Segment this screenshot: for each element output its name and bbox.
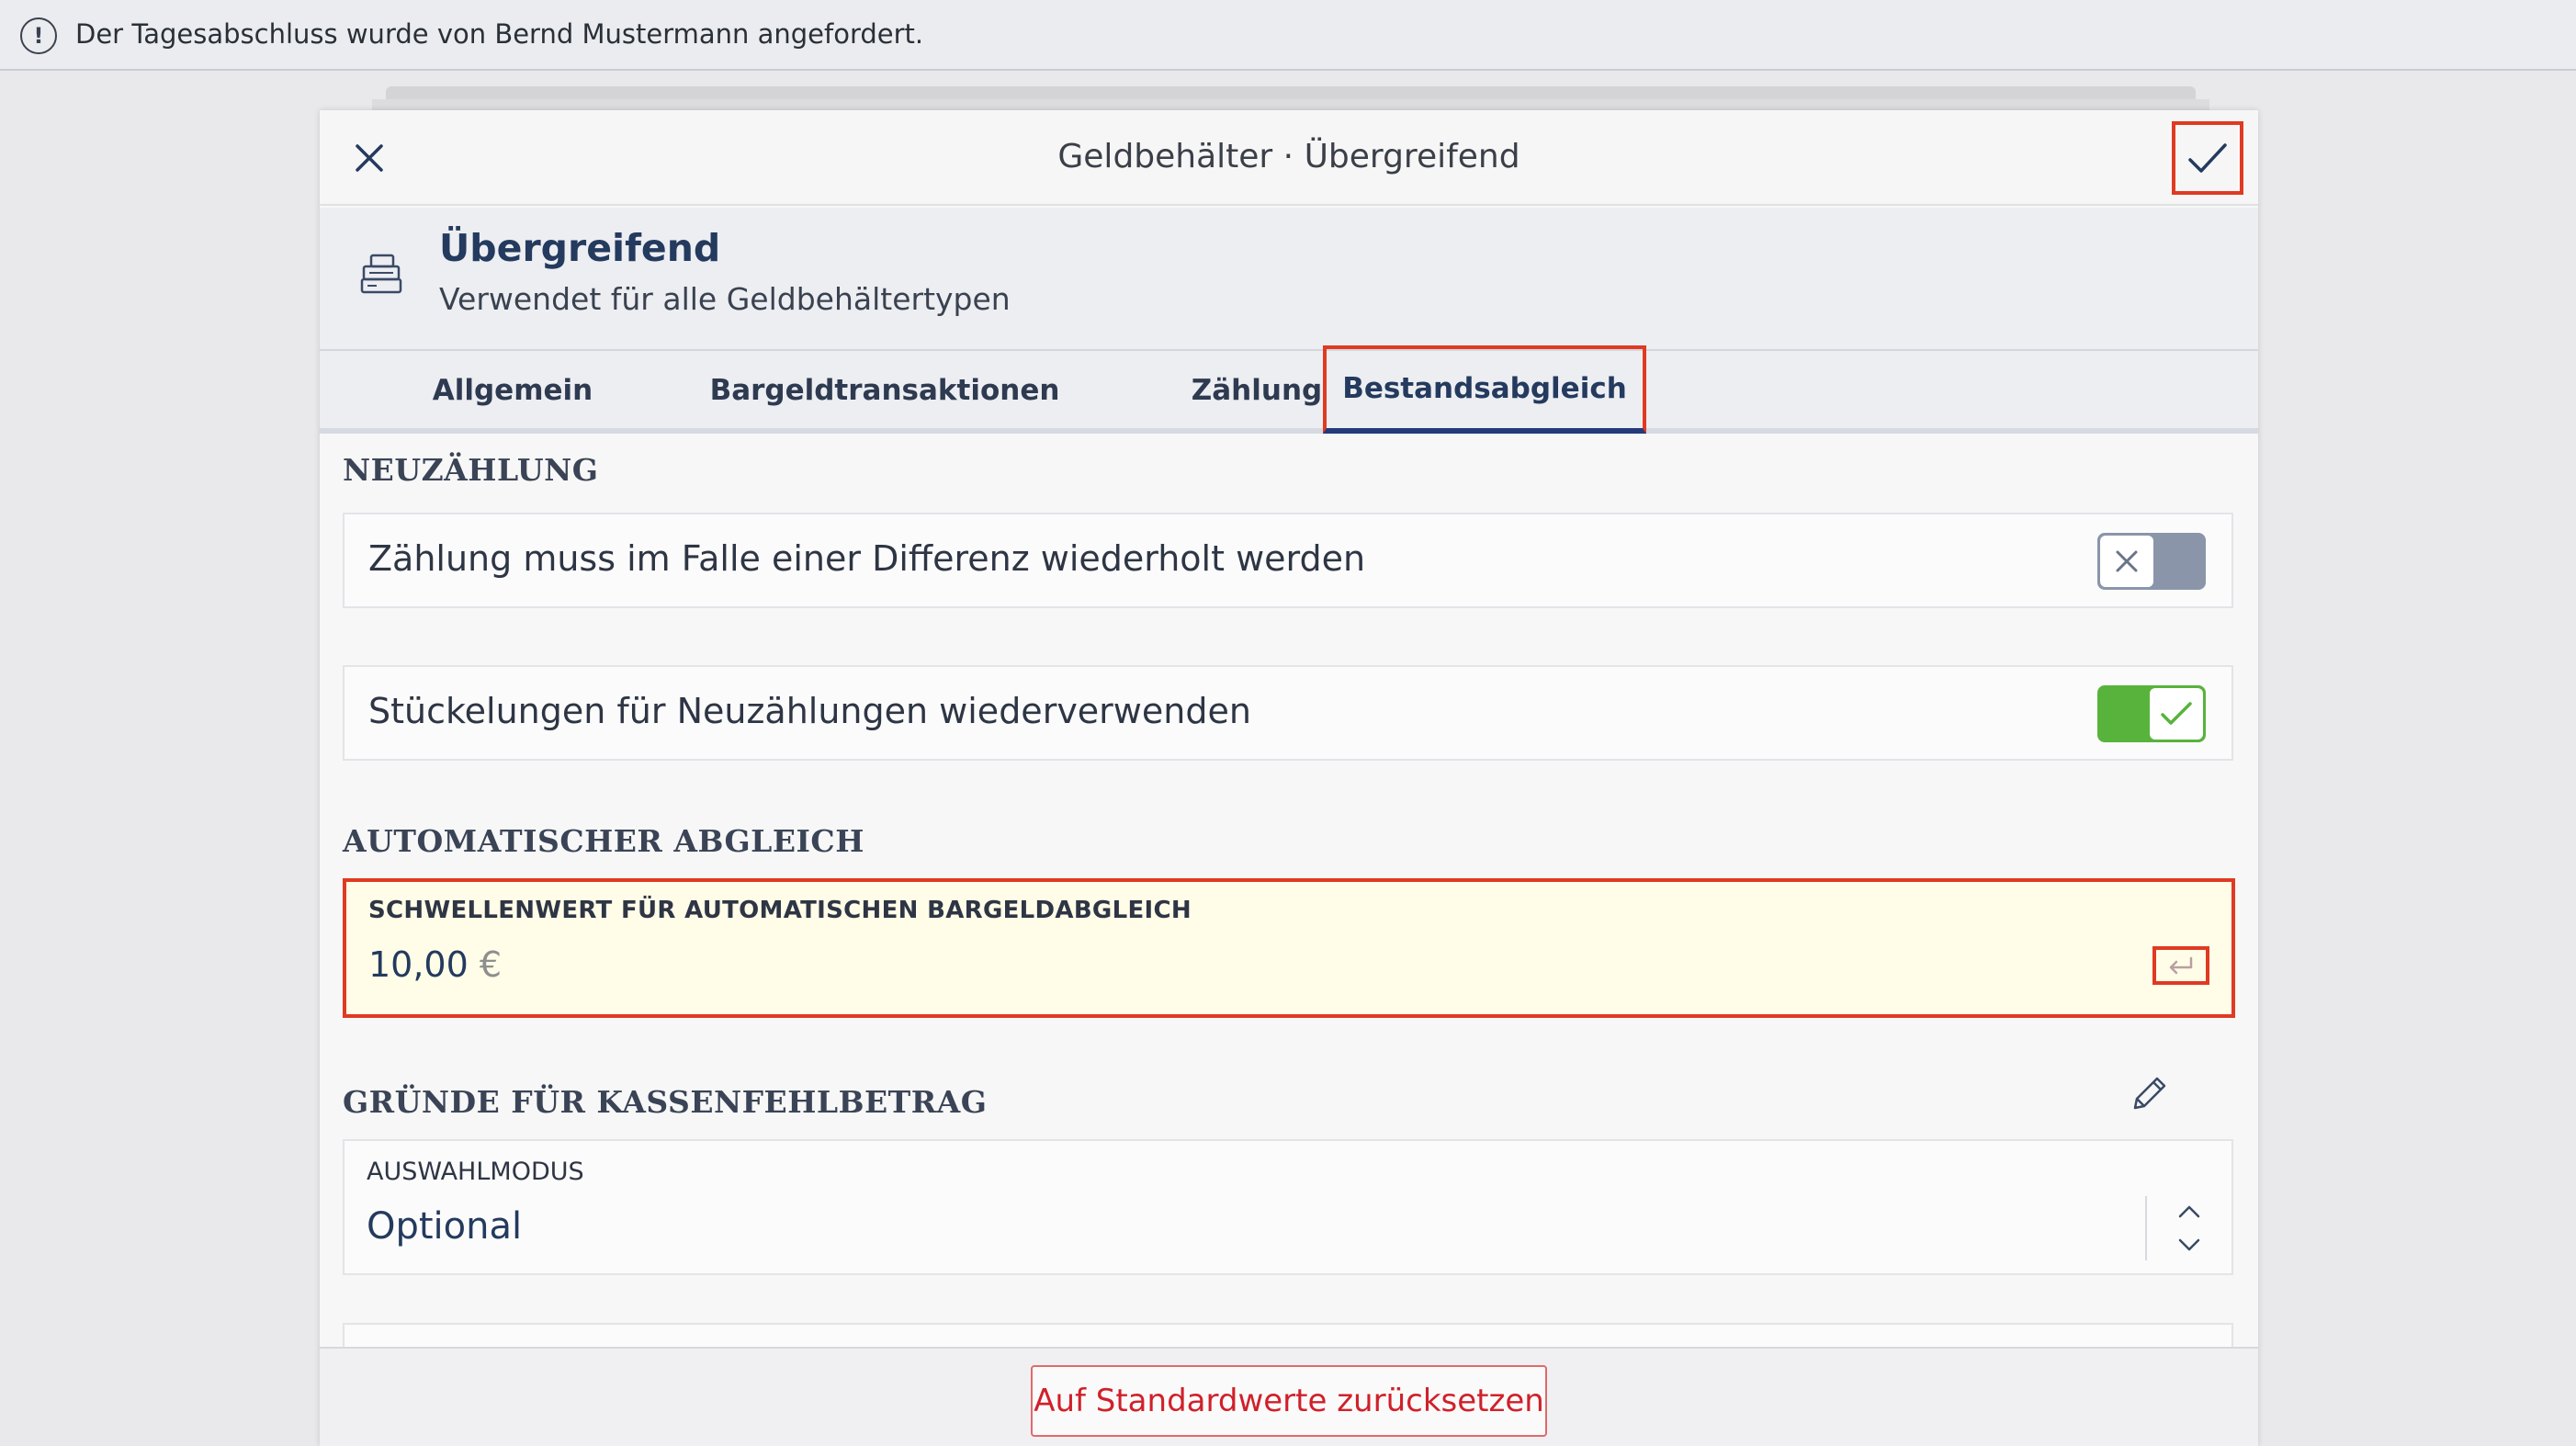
- section-title-neuzaehlung: NEUZÄHLUNG: [343, 452, 599, 488]
- section-title-automatischer-abgleich: AUTOMATISCHER ABGLEICH: [343, 823, 864, 859]
- confirm-button[interactable]: [2172, 121, 2243, 195]
- threshold-label: SCHWELLENWERT FÜR AUTOMATISCHEN BARGELDA…: [368, 897, 1192, 924]
- select-label: AUSWAHLMODUS: [367, 1158, 584, 1186]
- checkmark-icon: [2161, 702, 2192, 725]
- undo-icon: [2169, 956, 2193, 975]
- notification-bar: ! Der Tagesabschluss wurde von Bernd Mus…: [0, 0, 2576, 71]
- repeat-count-toggle[interactable]: [2097, 533, 2206, 590]
- toggle-knob: [2150, 688, 2203, 740]
- threshold-value: 10,00: [368, 944, 469, 985]
- toggle-knob: [2100, 536, 2153, 587]
- tab-label: Bestandsabgleich: [1342, 372, 1627, 405]
- tab-allgemein[interactable]: Allgemein: [384, 351, 641, 430]
- x-icon: [2116, 550, 2138, 572]
- notification-text: Der Tagesabschluss wurde von Bernd Muste…: [75, 18, 924, 50]
- reuse-denominations-toggle[interactable]: [2097, 685, 2206, 742]
- cash-register-icon: [360, 254, 402, 294]
- edit-button[interactable]: [2126, 1071, 2172, 1117]
- currency-unit: €: [479, 944, 503, 985]
- context-title: Übergreifend: [439, 226, 721, 270]
- setting-label: Stückelungen für Neuzählungen wiederverw…: [368, 691, 1251, 731]
- section-title-gruende: GRÜNDE FÜR KASSENFEHLBETRAG: [343, 1084, 988, 1120]
- tab-label: Allgemein: [432, 374, 593, 407]
- select-value: Optional: [367, 1205, 523, 1248]
- settings-dialog: Geldbehälter · Übergreifend Übergreifend…: [320, 110, 2258, 1446]
- threshold-value-display: 10,00 €: [368, 944, 502, 985]
- tab-bar: Allgemein Bargeldtransaktionen Zählung B…: [320, 345, 2258, 434]
- dialog-footer: Auf Standardwerte zurücksetzen: [320, 1347, 2258, 1446]
- tab-label: Bargeldtransaktionen: [709, 374, 1060, 407]
- checkmark-icon: [2188, 143, 2227, 173]
- setting-row-reuse-denominations: Stückelungen für Neuzählungen wiederverw…: [343, 665, 2233, 761]
- reset-defaults-button[interactable]: Auf Standardwerte zurücksetzen: [1031, 1365, 1547, 1437]
- setting-row-repeat-count: Zählung muss im Falle einer Differenz wi…: [343, 513, 2233, 608]
- chevron-up-down-icon[interactable]: [2162, 1196, 2217, 1260]
- context-header: Übergreifend Verwendet für alle Geldbehä…: [320, 208, 2258, 349]
- pencil-icon: [2133, 1077, 2166, 1110]
- tab-label: Zählung: [1191, 374, 1323, 407]
- tab-content: NEUZÄHLUNG Zählung muss im Falle einer D…: [320, 434, 2258, 1446]
- selection-mode-select[interactable]: AUSWAHLMODUS Optional: [343, 1139, 2233, 1275]
- reset-field-button[interactable]: [2152, 946, 2209, 985]
- threshold-field[interactable]: SCHWELLENWERT FÜR AUTOMATISCHEN BARGELDA…: [343, 878, 2235, 1018]
- setting-label: Zählung muss im Falle einer Differenz wi…: [368, 538, 1366, 579]
- dialog-header: Geldbehälter · Übergreifend: [320, 110, 2258, 206]
- tab-bargeldtransaktionen[interactable]: Bargeldtransaktionen: [687, 351, 1082, 430]
- exclamation-circle-icon: !: [20, 17, 57, 54]
- context-description: Verwendet für alle Geldbehältertypen: [439, 281, 1011, 317]
- tab-bestandsabgleich[interactable]: Bestandsabgleich: [1323, 345, 1646, 434]
- dialog-title: Geldbehälter · Übergreifend: [1057, 138, 1520, 175]
- divider: [2145, 1196, 2147, 1260]
